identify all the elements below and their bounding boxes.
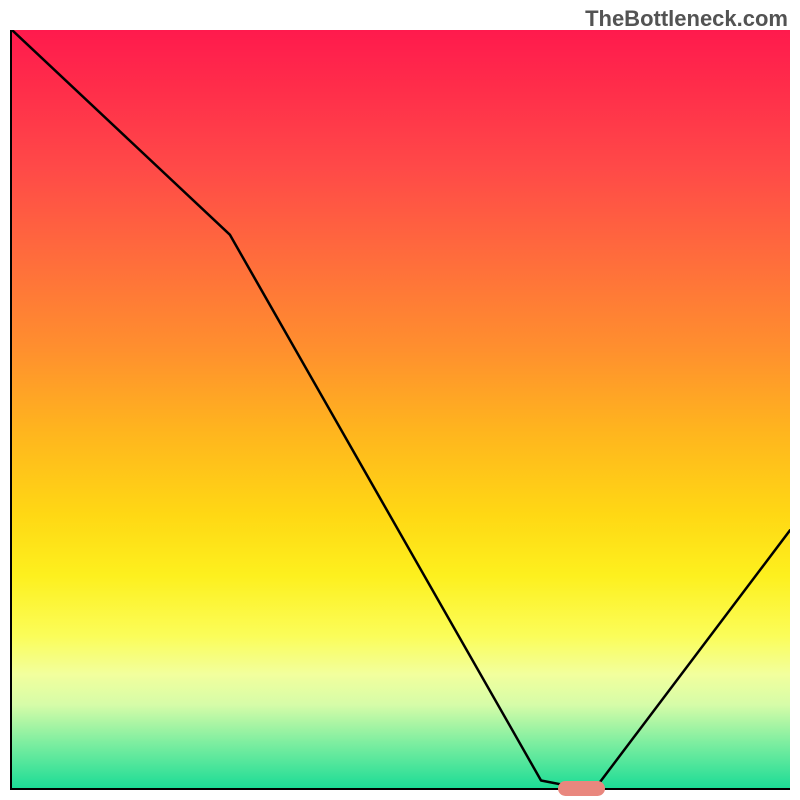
chart-marker-pill [558, 781, 605, 796]
chart-plot-area [10, 30, 790, 790]
chart-line-curve [12, 30, 790, 788]
watermark-text: TheBottleneck.com [585, 6, 788, 32]
